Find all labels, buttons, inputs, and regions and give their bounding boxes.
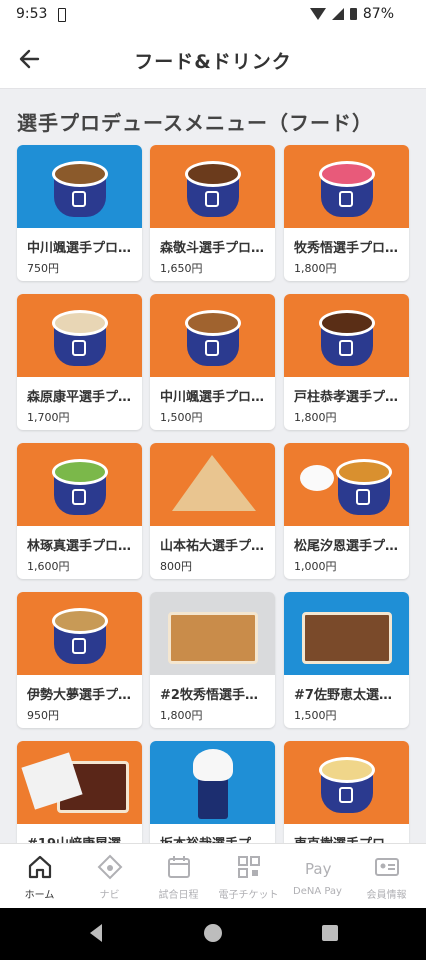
menu-item-name: 林琢真選手プロデュース — [27, 539, 135, 554]
app-bar: フード&ドリンク — [0, 30, 426, 89]
menu-item-price: 750円 — [27, 262, 59, 275]
menu-card[interactable]: 中川颯選手プロデュース 1,500円 — [150, 294, 275, 430]
wifi-icon — [309, 8, 326, 20]
menu-card[interactable]: 坂本裕哉選手プロデュース — [150, 741, 275, 843]
baseball-diamond-icon — [97, 854, 123, 880]
menu-card[interactable]: 東克樹選手プロデュース — [284, 741, 409, 843]
status-bar: 9:53 87% — [0, 0, 426, 30]
menu-item-name: #2牧秀悟選手プロデュース — [160, 688, 268, 703]
menu-card[interactable]: 戸柱恭孝選手プロデュース 1,800円 — [284, 294, 409, 430]
bottom-navigation: ホーム ナビ 試合日程 電子チケット Pay DeNA Pay 会員情報 — [0, 843, 426, 909]
nav-label: ホーム — [24, 890, 55, 901]
menu-item-price: 800円 — [160, 560, 192, 573]
menu-item-name: 森原康平選手プロデュース — [27, 390, 135, 405]
menu-item-name: 戸柱恭孝選手プロデュース — [294, 390, 402, 405]
menu-item-name: 中川颯選手プロデュース — [27, 241, 135, 256]
battery-icon — [349, 8, 357, 20]
menu-item-photo — [17, 145, 142, 228]
nav-label: DeNA Pay — [293, 886, 342, 897]
svg-text:Pay: Pay — [305, 860, 331, 878]
menu-item-photo — [284, 592, 409, 675]
menu-item-name: 中川颯選手プロデュース — [160, 390, 268, 405]
menu-item-name: 森敬斗選手プロデュース — [160, 241, 268, 256]
menu-item-price: 1,500円 — [160, 411, 203, 424]
menu-item-price: 1,650円 — [160, 262, 203, 275]
page-title: フード&ドリンク — [134, 51, 292, 73]
menu-item-price: 1,800円 — [294, 411, 337, 424]
menu-content[interactable]: 選手プロデュースメニュー（フード） 中川颯選手プロデュース 750円 森敬斗選手… — [0, 89, 426, 843]
nav-label: 試合日程 — [158, 890, 199, 901]
battery-percent: 87% — [362, 6, 394, 22]
battery-saver-icon — [58, 8, 66, 22]
menu-card[interactable]: 松尾汐恩選手プロデュース 1,000円 — [284, 443, 409, 579]
section-title: 選手プロデュースメニュー（フード） — [17, 111, 373, 135]
status-time: 9:53 — [16, 6, 48, 22]
nav-label: 電子チケット — [218, 890, 279, 901]
system-navigation-bar — [0, 908, 426, 960]
menu-item-price: 1,500円 — [294, 709, 337, 722]
menu-item-price: 1,600円 — [27, 560, 70, 573]
menu-item-name: 坂本裕哉選手プロデュース — [160, 833, 268, 843]
menu-item-photo — [150, 443, 275, 526]
menu-card[interactable]: 森敬斗選手プロデュース 1,650円 — [150, 145, 275, 281]
menu-item-photo — [150, 592, 275, 675]
nav-schedule[interactable]: 試合日程 — [143, 844, 214, 909]
signal-icon — [331, 8, 344, 20]
menu-item-name: 牧秀悟選手プロデュース — [294, 241, 402, 256]
recents-square-icon[interactable] — [320, 923, 340, 943]
nav-member[interactable]: 会員情報 — [351, 844, 422, 909]
back-triangle-icon[interactable] — [86, 922, 106, 944]
menu-item-photo — [150, 294, 275, 377]
menu-item-photo — [17, 443, 142, 526]
menu-item-photo — [284, 145, 409, 228]
menu-card[interactable]: 伊勢大夢選手プロデュース 950円 — [17, 592, 142, 728]
menu-item-price: 1,000円 — [294, 560, 337, 573]
menu-card[interactable]: 中川颯選手プロデュース 750円 — [17, 145, 142, 281]
calendar-icon — [168, 856, 190, 878]
qr-code-icon — [238, 856, 260, 878]
menu-item-price: 1,800円 — [294, 262, 337, 275]
nav-label: ナビ — [99, 890, 120, 901]
menu-item-price: 1,800円 — [160, 709, 203, 722]
menu-card[interactable]: 牧秀悟選手プロデュース 1,800円 — [284, 145, 409, 281]
status-icons: 87% — [309, 6, 394, 22]
menu-card[interactable]: #2牧秀悟選手プロデュース 1,800円 — [150, 592, 275, 728]
menu-card[interactable]: #7佐野恵太選手プロデュース 1,500円 — [284, 592, 409, 728]
menu-item-name: #7佐野恵太選手プロデュース — [294, 688, 402, 703]
menu-item-photo — [17, 592, 142, 675]
menu-item-price: 950円 — [27, 709, 59, 722]
menu-item-name: 伊勢大夢選手プロデュース — [27, 688, 135, 703]
menu-item-name: 東克樹選手プロデュース — [294, 833, 402, 843]
nav-pay[interactable]: Pay DeNA Pay — [282, 844, 353, 909]
member-card-icon — [375, 858, 399, 876]
menu-item-photo — [17, 294, 142, 377]
menu-card[interactable]: 森原康平選手プロデュース 1,700円 — [17, 294, 142, 430]
menu-item-name: 松尾汐恩選手プロデュース — [294, 539, 402, 554]
menu-item-photo — [17, 741, 142, 824]
nav-label: 会員情報 — [366, 890, 407, 901]
nav-home[interactable]: ホーム — [4, 844, 75, 909]
home-circle-icon[interactable] — [202, 922, 224, 944]
menu-item-price: 1,700円 — [27, 411, 70, 424]
menu-item-photo — [150, 741, 275, 824]
menu-item-photo — [284, 443, 409, 526]
home-icon — [28, 855, 52, 879]
nav-ticket[interactable]: 電子チケット — [213, 844, 284, 909]
menu-item-name: 山本祐大選手プロデュース — [160, 539, 268, 554]
menu-item-photo — [284, 294, 409, 377]
menu-item-photo — [150, 145, 275, 228]
menu-card[interactable]: 林琢真選手プロデュース 1,600円 — [17, 443, 142, 579]
menu-item-name: #19山﨑康晃選手プロデュース — [27, 833, 135, 843]
menu-card[interactable]: #19山﨑康晃選手プロデュース — [17, 741, 142, 843]
nav-navi[interactable]: ナビ — [74, 844, 145, 909]
pay-icon: Pay — [305, 860, 331, 878]
menu-card[interactable]: 山本祐大選手プロデュース 800円 — [150, 443, 275, 579]
menu-item-photo — [284, 741, 409, 824]
